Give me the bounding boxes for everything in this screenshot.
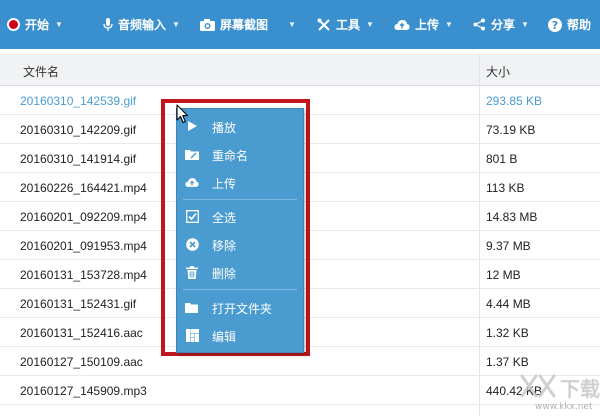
chevron-down-icon[interactable]: ▼	[288, 20, 296, 29]
file-table-header: 文件名 大小	[0, 54, 600, 86]
trash-icon	[185, 265, 199, 279]
menu-item-label: 移除	[212, 239, 237, 253]
file-name: 20160201_092209.mp4	[20, 210, 147, 224]
tools-button[interactable]: 工具 ▼	[317, 0, 374, 49]
menu-item-rename[interactable]: 重命名	[177, 141, 303, 167]
share-label: 分享	[491, 18, 516, 32]
menu-item-delete[interactable]: 删除	[177, 259, 303, 285]
remove-icon	[185, 237, 199, 251]
menu-item-remove[interactable]: 移除	[177, 231, 303, 257]
file-size: 1.32 KB	[486, 326, 529, 340]
menu-item-open-folder[interactable]: 打开文件夹	[177, 294, 303, 320]
tools-label: 工具	[336, 18, 361, 32]
file-name: 20160201_091953.mp4	[20, 239, 147, 253]
record-icon	[7, 18, 20, 31]
file-size: 73.19 KB	[486, 123, 536, 137]
table-row[interactable]: 20160127_145909.mp3 440.42 KB	[0, 376, 600, 405]
file-name: 20160131_153728.mp4	[20, 268, 147, 282]
file-name: 20160127_150109.aac	[20, 355, 143, 369]
column-header-size[interactable]: 大小	[486, 63, 510, 80]
file-name: 20160131_152431.gif	[20, 297, 137, 311]
context-menu: 播放 重命名 上传 全选 移除 删除 打开文件夹 编辑	[176, 108, 304, 353]
screenshot-label: 屏幕截图	[220, 18, 269, 32]
menu-item-edit[interactable]: 编辑	[177, 322, 303, 348]
audio-input-button[interactable]: 音频输入 ▼	[103, 0, 180, 49]
microphone-icon	[103, 17, 113, 32]
help-icon: ?	[548, 17, 562, 32]
file-size: 4.44 MB	[486, 297, 531, 311]
menu-item-label: 删除	[212, 267, 237, 281]
help-button[interactable]: ? 帮助	[548, 0, 591, 49]
menu-separator	[183, 199, 297, 200]
svg-text:?: ?	[552, 19, 558, 32]
share-button[interactable]: 分享 ▼	[473, 0, 529, 49]
file-name: 20160226_164421.mp4	[20, 181, 147, 195]
file-size: 801 B	[486, 152, 518, 166]
menu-item-upload[interactable]: 上传	[177, 169, 303, 195]
share-icon	[473, 18, 486, 31]
watermark-url: www.kkx.net	[535, 402, 593, 412]
chevron-down-icon[interactable]: ▼	[445, 20, 453, 29]
file-size: 113 KB	[486, 181, 525, 195]
start-label: 开始	[25, 18, 50, 32]
file-name: 20160310_142209.gif	[20, 123, 137, 137]
mouse-cursor-icon	[176, 104, 189, 124]
start-record-button[interactable]: 开始 ▼	[7, 0, 63, 49]
camera-icon	[200, 18, 215, 31]
help-label: 帮助	[567, 18, 592, 32]
file-name: 20160310_142539.gif	[20, 94, 137, 108]
folder-icon	[185, 300, 199, 314]
menu-separator	[183, 289, 297, 290]
menu-item-label: 重命名	[212, 149, 249, 163]
file-size: 9.37 MB	[486, 239, 531, 253]
menu-item-select-all[interactable]: 全选	[177, 203, 303, 229]
watermark-text: 下载	[560, 377, 600, 401]
file-name: 20160310_141914.gif	[20, 152, 137, 166]
menu-item-label: 播放	[212, 121, 237, 135]
chevron-down-icon[interactable]: ▼	[366, 20, 374, 29]
chevron-down-icon[interactable]: ▼	[55, 20, 63, 29]
checkbox-icon	[185, 209, 199, 223]
edit-icon	[185, 328, 199, 342]
upload-button[interactable]: 上传 ▼	[394, 0, 453, 49]
audio-input-label: 音频输入	[118, 18, 167, 32]
file-size: 14.83 MB	[486, 210, 538, 224]
file-size: 293.85 KB	[486, 94, 543, 108]
rename-icon	[185, 147, 199, 161]
screenshot-button[interactable]: 屏幕截图 ▼	[200, 0, 296, 49]
chevron-down-icon[interactable]: ▼	[172, 20, 180, 29]
menu-item-play[interactable]: 播放	[177, 113, 303, 139]
file-name: 20160127_145909.mp3	[20, 384, 147, 398]
chevron-down-icon[interactable]: ▼	[521, 20, 529, 29]
file-name: 20160131_152416.aac	[20, 326, 143, 340]
menu-item-label: 全选	[212, 211, 237, 225]
column-header-name[interactable]: 文件名	[23, 63, 59, 80]
main-toolbar: 开始 ▼ 音频输入 ▼ 屏幕截图 ▼ 工具 ▼ 上传 ▼ 分享 ▼ ? 帮助	[0, 0, 600, 49]
menu-item-label: 编辑	[212, 330, 237, 344]
menu-item-label: 上传	[212, 177, 237, 191]
upload-label: 上传	[415, 18, 440, 32]
cloud-upload-icon	[394, 19, 410, 31]
file-size: 12 MB	[486, 268, 521, 282]
menu-item-label: 打开文件夹	[212, 302, 273, 316]
tools-icon	[317, 18, 331, 32]
cloud-upload-icon	[185, 175, 199, 189]
